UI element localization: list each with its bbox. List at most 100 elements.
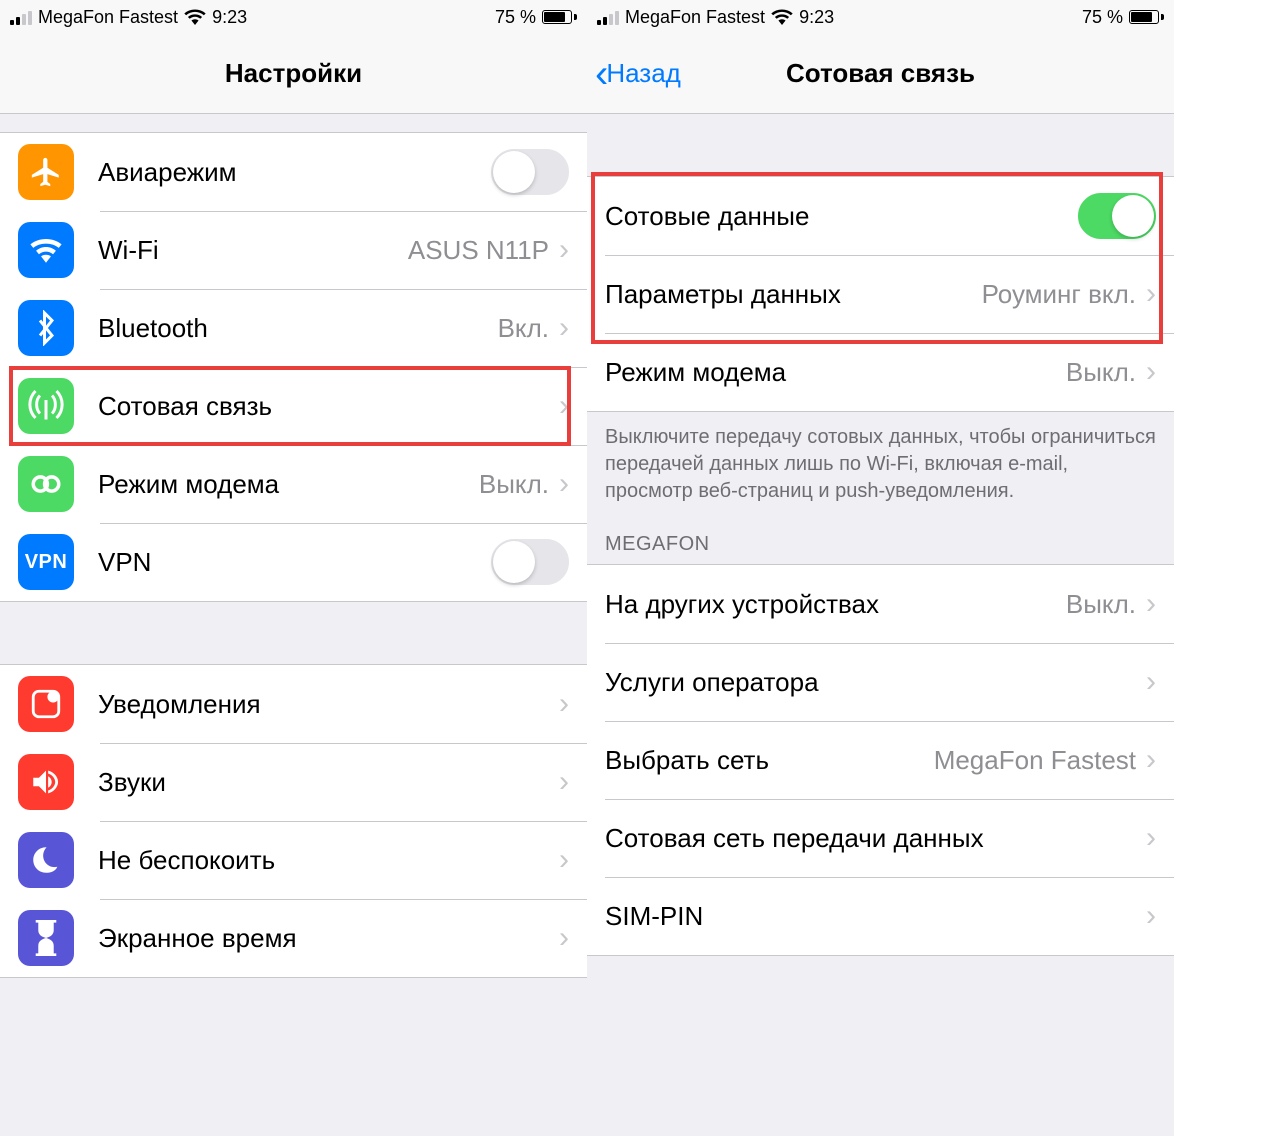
back-button[interactable]: ‹ Назад — [595, 54, 681, 94]
cellular-label: Сотовая связь — [98, 391, 559, 422]
chevron-right-icon: › — [1146, 899, 1156, 933]
battery-pct-label: 75 % — [495, 7, 536, 28]
other-devices-value: Выкл. — [1066, 589, 1136, 620]
chevron-right-icon: › — [559, 389, 569, 423]
hotspot-value: Выкл. — [479, 469, 549, 500]
row-screentime[interactable]: Экранное время › — [0, 899, 587, 977]
cellular-data-footer: Выключите передачу сотовых данных, чтобы… — [587, 412, 1174, 515]
row-cellular-network[interactable]: Сотовая сеть передачи данных › — [587, 799, 1174, 877]
sounds-label: Звуки — [98, 767, 559, 798]
bluetooth-icon — [18, 300, 74, 356]
chevron-right-icon: › — [1146, 277, 1156, 311]
page-title: Настройки — [225, 58, 362, 89]
cellular-screen: MegaFon Fastest 9:23 75 % ‹ Назад Сотова… — [587, 0, 1174, 1136]
row-hotspot-right[interactable]: Режим модема Выкл. › — [587, 333, 1174, 411]
chevron-right-icon: › — [559, 311, 569, 345]
status-bar: MegaFon Fastest 9:23 75 % — [587, 0, 1174, 34]
wifi-row-icon — [18, 222, 74, 278]
sounds-icon — [18, 754, 74, 810]
hotspot-right-value: Выкл. — [1066, 357, 1136, 388]
row-hotspot[interactable]: Режим модема Выкл. › — [0, 445, 587, 523]
dnd-icon — [18, 832, 74, 888]
wifi-icon — [771, 9, 793, 25]
row-dnd[interactable]: Не беспокоить › — [0, 821, 587, 899]
megafon-header: MEGAFON — [587, 515, 1174, 564]
row-other-devices[interactable]: На других устройствах Выкл. › — [587, 565, 1174, 643]
row-sounds[interactable]: Звуки › — [0, 743, 587, 821]
chevron-right-icon: › — [559, 233, 569, 267]
wifi-icon — [184, 9, 206, 25]
time-label: 9:23 — [799, 7, 834, 28]
chevron-right-icon: › — [1146, 821, 1156, 855]
chevron-right-icon: › — [1146, 587, 1156, 621]
vpn-label: VPN — [98, 547, 491, 578]
screentime-label: Экранное время — [98, 923, 559, 954]
row-wifi[interactable]: Wi-Fi ASUS N11P › — [0, 211, 587, 289]
battery-pct-label: 75 % — [1082, 7, 1123, 28]
data-options-value: Роуминг вкл. — [982, 279, 1136, 310]
network-selection-label: Выбрать сеть — [605, 745, 934, 776]
settings-screen: MegaFon Fastest 9:23 75 % Настройки Авиа… — [0, 0, 587, 1136]
chevron-right-icon: › — [559, 921, 569, 955]
chevron-right-icon: › — [559, 687, 569, 721]
nav-bar: ‹ Назад Сотовая связь — [587, 34, 1174, 114]
chevron-right-icon: › — [1146, 743, 1156, 777]
row-airplane[interactable]: Авиарежим — [0, 133, 587, 211]
carrier-label: MegaFon Fastest — [625, 7, 765, 28]
airplane-label: Авиарежим — [98, 157, 491, 188]
time-label: 9:23 — [212, 7, 247, 28]
dnd-label: Не беспокоить — [98, 845, 559, 876]
chevron-right-icon: › — [1146, 355, 1156, 389]
chevron-right-icon: › — [559, 467, 569, 501]
back-label: Назад — [606, 58, 681, 89]
chevron-right-icon: › — [559, 843, 569, 877]
bluetooth-label: Bluetooth — [98, 313, 498, 344]
row-cellular[interactable]: Сотовая связь › — [0, 367, 587, 445]
vpn-badge-text: VPN — [25, 551, 68, 574]
battery-icon — [542, 10, 577, 24]
row-cellular-data[interactable]: Сотовые данные — [587, 177, 1174, 255]
nav-bar: Настройки — [0, 34, 587, 114]
sim-pin-label: SIM-PIN — [605, 901, 1146, 932]
battery-icon — [1129, 10, 1164, 24]
row-carrier-services[interactable]: Услуги оператора › — [587, 643, 1174, 721]
data-options-label: Параметры данных — [605, 279, 982, 310]
row-vpn[interactable]: VPN VPN — [0, 523, 587, 601]
notifications-icon — [18, 676, 74, 732]
bluetooth-value: Вкл. — [498, 313, 549, 344]
row-notifications[interactable]: Уведомления › — [0, 665, 587, 743]
chevron-right-icon: › — [559, 765, 569, 799]
chevron-right-icon: › — [1146, 665, 1156, 699]
hotspot-label: Режим модема — [98, 469, 479, 500]
network-selection-value: MegaFon Fastest — [934, 745, 1136, 776]
screentime-icon — [18, 910, 74, 966]
row-sim-pin[interactable]: SIM-PIN › — [587, 877, 1174, 955]
wifi-value: ASUS N11P — [408, 235, 549, 266]
row-bluetooth[interactable]: Bluetooth Вкл. › — [0, 289, 587, 367]
notifications-label: Уведомления — [98, 689, 559, 720]
row-data-options[interactable]: Параметры данных Роуминг вкл. › — [587, 255, 1174, 333]
cellular-data-toggle[interactable] — [1078, 193, 1156, 239]
other-devices-label: На других устройствах — [605, 589, 1066, 620]
vpn-icon: VPN — [18, 534, 74, 590]
settings-group-2: Уведомления › Звуки › Не беспокоить › Эк… — [0, 664, 587, 978]
hotspot-right-label: Режим модема — [605, 357, 1066, 388]
cellular-group-2: На других устройствах Выкл. › Услуги опе… — [587, 564, 1174, 956]
carrier-label: MegaFon Fastest — [38, 7, 178, 28]
airplane-icon — [18, 144, 74, 200]
row-network-selection[interactable]: Выбрать сеть MegaFon Fastest › — [587, 721, 1174, 799]
settings-group-1: Авиарежим Wi-Fi ASUS N11P › Bluetooth Вк… — [0, 132, 587, 602]
signal-icon — [597, 9, 619, 25]
cellular-group-1: Сотовые данные Параметры данных Роуминг … — [587, 176, 1174, 412]
cellular-icon — [18, 378, 74, 434]
airplane-toggle[interactable] — [491, 149, 569, 195]
carrier-services-label: Услуги оператора — [605, 667, 1146, 698]
hotspot-icon — [18, 456, 74, 512]
cellular-network-label: Сотовая сеть передачи данных — [605, 823, 1146, 854]
status-bar: MegaFon Fastest 9:23 75 % — [0, 0, 587, 34]
page-title: Сотовая связь — [786, 58, 975, 89]
signal-icon — [10, 9, 32, 25]
wifi-label: Wi-Fi — [98, 235, 408, 266]
cellular-data-label: Сотовые данные — [605, 201, 1078, 232]
vpn-toggle[interactable] — [491, 539, 569, 585]
